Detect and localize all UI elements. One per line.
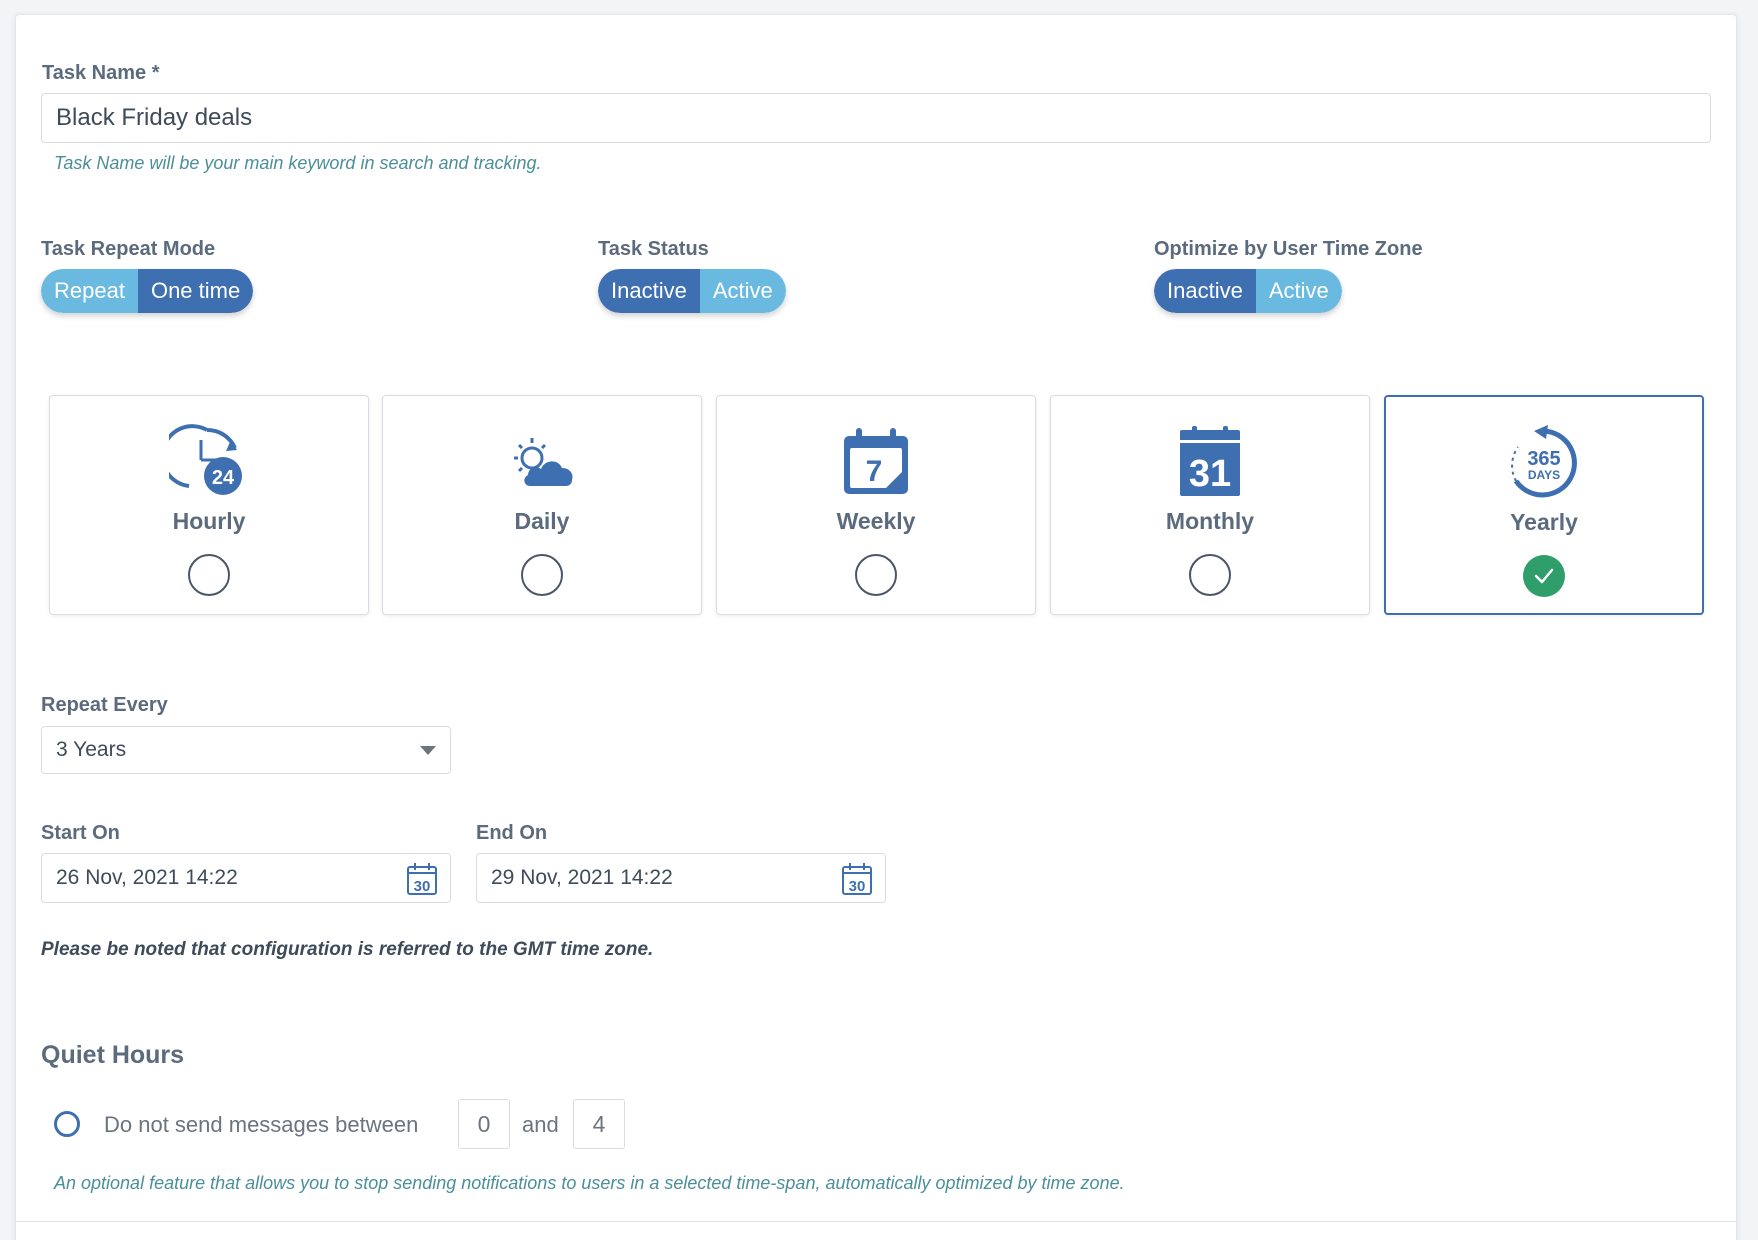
end-on-label: End On [476, 822, 548, 844]
task-name-hint: Task Name will be your main keyword in s… [54, 153, 542, 173]
svg-text:24: 24 [212, 467, 235, 489]
task-name-label: Task Name * [42, 62, 160, 84]
365-days-icon: 365 DAYS [1511, 425, 1577, 498]
repeat-every-select[interactable]: 3 Years [41, 726, 451, 774]
svg-text:365: 365 [1527, 448, 1560, 470]
frequency-label: Monthly [1165, 508, 1255, 534]
task-status-inactive[interactable]: Inactive [598, 269, 700, 313]
quiet-hours-from-input[interactable]: 0 [458, 1099, 510, 1149]
task-status-toggle[interactable]: Inactive Active [598, 269, 786, 313]
end-on-value: 29 Nov, 2021 14:22 [491, 866, 673, 889]
repeat-mode-label: Task Repeat Mode [41, 238, 216, 260]
end-on-input[interactable]: 29 Nov, 2021 14:22 30 [476, 853, 886, 903]
clock-24-icon: 24 [169, 424, 242, 495]
frequency-radio-monthly[interactable] [1189, 554, 1231, 596]
optimize-tz-active[interactable]: Active [1255, 269, 1342, 313]
footer-divider [16, 1221, 1736, 1222]
start-on-value: 26 Nov, 2021 14:22 [56, 866, 238, 889]
svg-text:DAYS: DAYS [1528, 468, 1560, 482]
task-name-input[interactable] [41, 93, 1711, 143]
frequency-card-hourly[interactable]: 24 Hourly [49, 395, 369, 615]
start-on-input[interactable]: 26 Nov, 2021 14:22 30 [41, 853, 451, 903]
svg-text:30: 30 [849, 878, 866, 895]
svg-text:30: 30 [414, 878, 431, 895]
task-status-label: Task Status [598, 238, 709, 260]
frequency-card-weekly[interactable]: 7 Weekly [716, 395, 1036, 615]
calendar-icon[interactable]: 30 [841, 862, 873, 896]
quiet-hours-and: and [522, 1112, 559, 1137]
frequency-radio-yearly[interactable] [1523, 555, 1565, 597]
optimize-tz-toggle[interactable]: Inactive Active [1154, 269, 1342, 313]
frequency-card-daily[interactable]: Daily [382, 395, 702, 615]
frequency-radio-weekly[interactable] [855, 554, 897, 596]
calendar-7-icon: 7 [844, 428, 908, 494]
repeat-mode-one-time[interactable]: One time [137, 269, 254, 313]
quiet-hours-radio[interactable] [54, 1111, 80, 1137]
task-status-active[interactable]: Active [699, 269, 786, 313]
svg-text:7: 7 [866, 455, 883, 488]
start-on-label: Start On [41, 822, 120, 844]
frequency-radio-daily[interactable] [521, 554, 563, 596]
repeat-mode-toggle[interactable]: Repeat One time [41, 269, 254, 313]
quiet-hours-hint: An optional feature that allows you to s… [54, 1173, 1125, 1193]
frequency-card-monthly[interactable]: 31 Monthly [1050, 395, 1370, 615]
chevron-down-icon [420, 746, 436, 755]
task-form-card: Task Name * Task Name will be your main … [15, 14, 1737, 1240]
calendar-31-icon: 31 [1180, 426, 1240, 496]
frequency-card-yearly[interactable]: 365 DAYS Yearly [1384, 395, 1704, 615]
frequency-radio-hourly[interactable] [188, 554, 230, 596]
checkmark-icon [1534, 568, 1554, 584]
optimize-tz-inactive[interactable]: Inactive [1154, 269, 1256, 313]
repeat-every-value: 3 Years [56, 738, 127, 761]
quiet-hours-text: Do not send messages between [104, 1112, 419, 1137]
quiet-hours-to-input[interactable]: 4 [573, 1099, 625, 1149]
calendar-icon[interactable]: 30 [406, 862, 438, 896]
frequency-label: Yearly [1510, 509, 1578, 535]
gmt-note: Please be noted that configuration is re… [41, 939, 654, 960]
quiet-hours-title: Quiet Hours [41, 1041, 185, 1069]
svg-text:31: 31 [1189, 453, 1231, 495]
frequency-label: Hourly [172, 508, 246, 534]
sun-cloud-icon [514, 438, 573, 486]
optimize-tz-label: Optimize by User Time Zone [1154, 238, 1423, 260]
frequency-label: Daily [514, 508, 570, 534]
frequency-label: Weekly [836, 508, 916, 534]
repeat-every-label: Repeat Every [41, 694, 168, 716]
repeat-mode-repeat[interactable]: Repeat [41, 269, 138, 313]
